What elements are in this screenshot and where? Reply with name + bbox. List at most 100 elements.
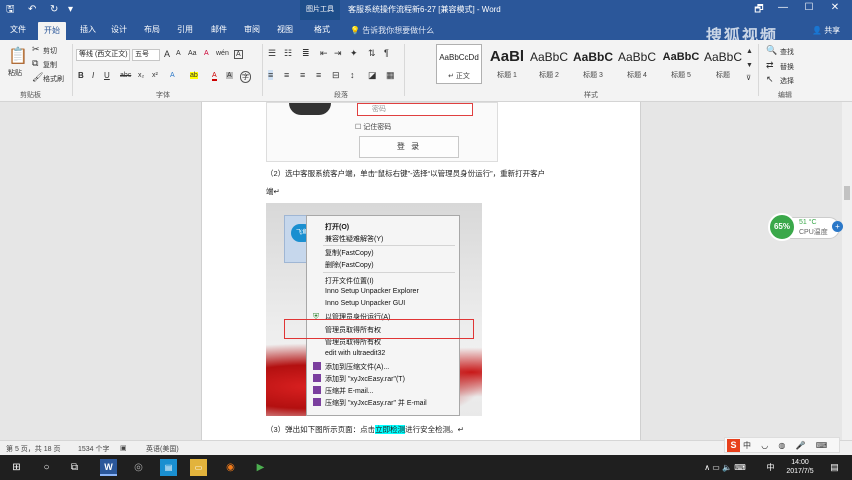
media-player-icon[interactable]: ◉ (222, 459, 239, 476)
copy-button[interactable]: 复制 (43, 60, 57, 70)
char-border-button[interactable]: A (234, 50, 243, 59)
login-screenshot-image[interactable]: 密码 ☐ 记住密码 登 录 (266, 102, 498, 162)
font-size-select[interactable]: 五号 (132, 49, 160, 61)
style-heading-4[interactable]: AaBbC 标题 4 (614, 44, 660, 84)
borders-icon[interactable]: ▦ (386, 70, 395, 81)
strikethrough-button[interactable]: abc (120, 72, 131, 79)
redo-icon[interactable]: ↻ (50, 3, 58, 17)
document-page[interactable]: 密码 ☐ 记住密码 登 录 （2）选中客服系统客户端，单击“鼠标右键”-选择“以… (201, 102, 641, 440)
tab-mailings[interactable]: 邮件 (211, 24, 227, 35)
copy-icon[interactable]: ⧉ (32, 58, 38, 69)
tab-insert[interactable]: 插入 (80, 24, 96, 35)
undo-icon[interactable]: ↶ (28, 3, 36, 17)
shading-icon[interactable]: ◪ (368, 70, 377, 81)
cut-button[interactable]: 剪切 (43, 46, 57, 56)
tab-format[interactable]: 格式 (314, 24, 330, 35)
format-painter-icon[interactable]: 🖌 (32, 72, 43, 83)
increase-indent-icon[interactable]: ⇥ (334, 48, 342, 59)
style-heading-5[interactable]: AaBbC 标题 5 (658, 44, 704, 84)
char-shading-button[interactable]: A (226, 72, 233, 79)
replace-icon[interactable]: ⇄ (766, 60, 774, 71)
search-icon[interactable]: ○ (38, 459, 55, 476)
folder-icon[interactable]: ▭ (190, 459, 207, 476)
tab-references[interactable]: 引用 (177, 24, 193, 35)
tab-view[interactable]: 视图 (277, 24, 293, 35)
tray-icons[interactable]: ∧ ▭ 🔈 ⌨ (700, 459, 750, 476)
tab-file[interactable]: 文件 (10, 24, 26, 35)
styles-scroll-up-icon[interactable]: ▲ (746, 48, 753, 55)
scrollbar-thumb[interactable] (844, 186, 850, 200)
tab-design[interactable]: 设计 (111, 24, 127, 35)
paste-icon[interactable]: 📋 (8, 46, 28, 66)
play-store-icon[interactable]: ▶ (252, 459, 269, 476)
style-heading-3[interactable]: AaBbC 标题 3 (570, 44, 616, 84)
tab-layout[interactable]: 布局 (144, 24, 160, 35)
start-icon[interactable]: ⊞ (8, 459, 25, 476)
tell-me-search[interactable]: 💡 告诉我你想要做什么 (350, 25, 434, 36)
tab-review[interactable]: 审阅 (244, 24, 260, 35)
font-color-button[interactable]: A (212, 72, 217, 81)
styles-scroll-down-icon[interactable]: ▼ (746, 62, 753, 69)
find-icon[interactable]: 🔍 (766, 45, 777, 56)
phonetic-guide-button[interactable]: wén (216, 50, 229, 57)
step3-text[interactable]: （3）弹出如下图所示页面：点击立即检测进行安全检测。↵ (266, 424, 464, 435)
subscript-button[interactable]: x₂ (138, 72, 144, 79)
minimize-button[interactable]: — (774, 2, 792, 13)
select-icon[interactable]: ↖ (766, 74, 774, 85)
task-view-icon[interactable]: ⧉ (66, 459, 83, 476)
paste-button[interactable]: 粘贴 (8, 68, 22, 78)
decrease-indent-icon[interactable]: ⇤ (320, 48, 328, 59)
numbering-icon[interactable]: ☷ (284, 48, 292, 59)
sort-icon[interactable]: ⇅ (368, 48, 376, 59)
line-spacing-icon[interactable]: ↕ (350, 70, 355, 80)
vertical-scrollbar[interactable] (842, 102, 852, 440)
italic-button[interactable]: I (92, 71, 94, 80)
distributed-icon[interactable]: ⊟ (332, 70, 340, 81)
cut-icon[interactable]: ✂ (32, 44, 40, 55)
justify-icon[interactable]: ≡ (316, 70, 321, 80)
find-button[interactable]: 查找 (780, 47, 794, 57)
step2-text-line1[interactable]: （2）选中客服系统客户端，单击“鼠标右键”-选择“以管理员身份运行”，重新打开客… (266, 168, 545, 179)
app-icon[interactable]: ▤ (160, 459, 177, 476)
notification-icon[interactable]: ▤ (826, 459, 843, 476)
align-right-icon[interactable]: ≡ (300, 70, 305, 80)
font-name-select[interactable]: 等线 (西文正文) (76, 49, 130, 61)
clear-format-button[interactable]: A (204, 50, 209, 57)
ime-toolbar[interactable]: S 中 ◡ ◍ 🎤 ⌨ (724, 437, 840, 453)
tab-home[interactable]: 开始 (38, 22, 66, 40)
change-case-button[interactable]: Aa (188, 50, 197, 57)
select-button[interactable]: 选择 (780, 76, 794, 86)
highlight-button[interactable]: ab (190, 72, 198, 79)
input-language-indicator[interactable]: 中 (762, 459, 779, 476)
word-app-icon[interactable]: W (100, 459, 117, 476)
grow-font-button[interactable]: A (164, 49, 170, 59)
align-center-icon[interactable]: ≡ (284, 70, 289, 80)
chinese-layout-icon[interactable]: ✦ (350, 48, 358, 59)
bullets-icon[interactable]: ☰ (268, 48, 276, 59)
style-normal[interactable]: AaBbCcDd ↵ 正文 (436, 44, 482, 84)
step2-text-line2[interactable]: 端↵ (266, 186, 280, 197)
customize-qa-icon[interactable]: ▾ (68, 3, 73, 17)
app-icon[interactable]: ◎ (130, 459, 147, 476)
style-heading-2[interactable]: AaBbC 标题 2 (526, 44, 572, 84)
format-painter-button[interactable]: 格式刷 (43, 74, 64, 84)
cpu-monitor-widget[interactable]: 51 °C CPU温度 65% + (768, 213, 846, 241)
maximize-button[interactable]: ☐ (800, 2, 818, 13)
text-effects-button[interactable]: A (170, 72, 175, 79)
proofing-icon[interactable]: ▣ (120, 444, 127, 452)
underline-button[interactable]: U (104, 71, 110, 80)
styles-more-icon[interactable]: ⊽ (746, 74, 751, 82)
show-marks-icon[interactable]: ¶ (384, 48, 389, 58)
style-title[interactable]: AaBbC 标题 (702, 44, 744, 84)
replace-button[interactable]: 替换 (780, 62, 794, 72)
multilevel-list-icon[interactable]: ≣ (302, 48, 310, 59)
style-heading-1[interactable]: AaBl 标题 1 (484, 44, 530, 84)
word-count[interactable]: 1534 个字 (78, 444, 110, 454)
clock[interactable]: 14:00 2017/7/5 (780, 458, 820, 476)
bold-button[interactable]: B (78, 71, 84, 80)
language-status[interactable]: 英语(美国) (146, 444, 179, 454)
page-count[interactable]: 第 5 页，共 18 页 (6, 444, 60, 454)
context-menu-screenshot-image[interactable]: 飞鱼 打开(O) 兼容性疑难解答(Y) 复制(FastCopy) 删除(Fast… (266, 203, 482, 416)
shrink-font-button[interactable]: A (176, 50, 181, 57)
ribbon-display-icon[interactable]: 🗗 (750, 2, 768, 19)
